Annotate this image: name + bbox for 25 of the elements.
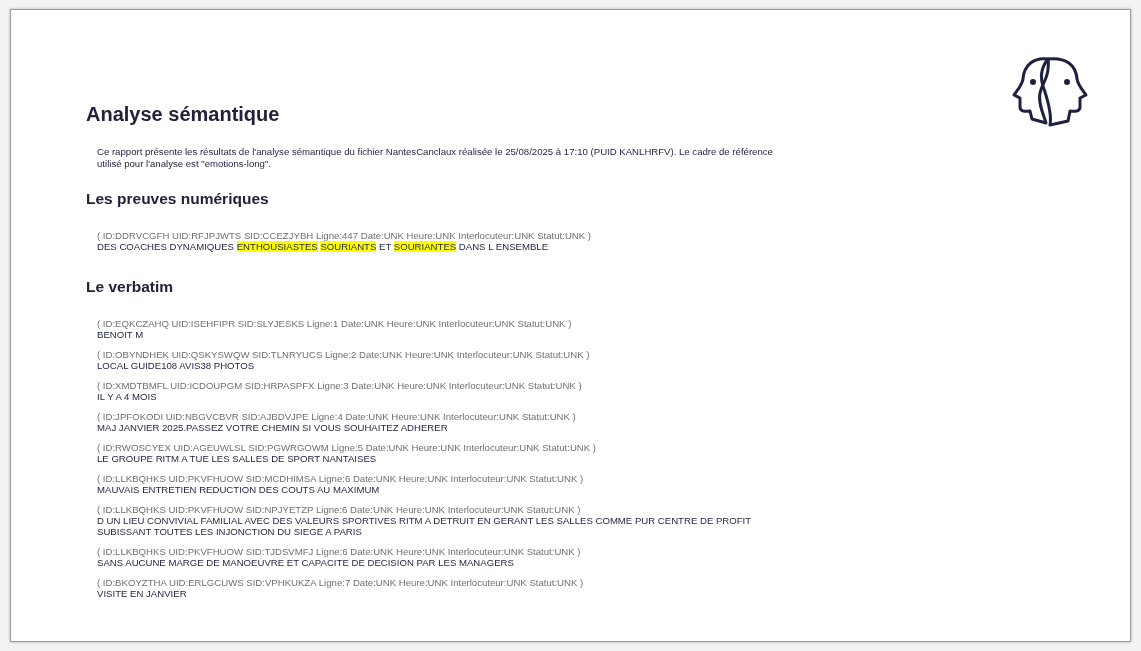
metadata-line: ( ID:EQKCZAHQ UID:ISEHFIPR SID:SLYJESKS Ligne:1 Date:UNK Heure:UNK Interlocuteur:UNK Statut:UNK ) bbox=[97, 318, 572, 329]
verbatim-text: IL Y A 4 MOIS bbox=[97, 391, 158, 402]
metadata-line: ( ID:JPFOKODI UID:NBGVCBVR SID:AJBDVJPE Ligne:4 Date:UNK Heure:UNK Interlocuteur:UNK Statut:UNK ) bbox=[97, 411, 576, 422]
verbatim-text: D UN LIEU CONVIVIAL FAMILIAL AVEC DES VALEURS SPORTIVES RITM A DETRUIT EN GERANT LES SALLES COMME PUR CENTRE DE PROFIT SUBISSANT TOUTES LES INJONCTION DU SIEGE A PARIS bbox=[97, 515, 752, 537]
evidence-text: DES COACHES DYNAMIQUES ENTHOUSIASTES SOURIANTS ET SOURIANTES DANS L ENSEMBLE bbox=[97, 241, 550, 252]
verbatim-text: SANS AUCUNE MARGE DE MANOEUVRE ET CAPACITE DE DECISION PAR LES MANAGERS bbox=[97, 557, 515, 568]
verbatim-text: BENOIT M bbox=[97, 329, 145, 340]
metadata-line: ( ID:XMDTBMFL UID:ICDOUPGM SID:HRPASPFX Ligne:3 Date:UNK Heure:UNK Interlocuteur:UNK Statut:UNK ) bbox=[97, 380, 582, 391]
metadata-line: ( ID:BKOYZTHA UID:ERLGCUWS SID:VPHKUKZA Ligne:7 Date:UNK Heure:UNK Interlocuteur:UNK Statut:UNK ) bbox=[97, 577, 584, 588]
metadata-line: ( ID:LLKBQHKS UID:PKVFHUOW SID:TJDSVMFJ Ligne:6 Date:UNK Heure:UNK Interlocuteur:UNK Statut:UNK ) bbox=[97, 546, 581, 557]
verbatim-text: VISITE EN JANVIER bbox=[97, 588, 188, 599]
section-heading: Le verbatim bbox=[86, 278, 174, 296]
metadata-line: ( ID:LLKBQHKS UID:PKVFHUOW SID:NPJYETZP Ligne:6 Date:UNK Heure:UNK Interlocuteur:UNK Statut:UNK ) bbox=[97, 504, 581, 515]
verbatim-text: MAJ JANVIER 2025.PASSEZ VOTRE CHEMIN SI VOUS SOUHAITEZ ADHERER bbox=[97, 422, 449, 433]
intro-paragraph: Ce rapport présente les résultats de l'analyse sémantique du fichier NantesCanclaux réalisée le 25/08/2025 à 17:10 (PUID KANLHRFV). Le cadre de référence utilisé pour l'analyse est "emotions-long". bbox=[97, 146, 774, 170]
two-heads-icon bbox=[1010, 55, 1090, 129]
metadata-line: ( ID:RWOSCYEX UID:AGEUWLSL SID:PGWRGOWM Ligne:5 Date:UNK Heure:UNK Interlocuteur:UNK Statut:UNK ) bbox=[97, 442, 596, 453]
section-heading: Les preuves numériques bbox=[86, 190, 270, 208]
metadata-line: ( ID:OBYNDHEK UID:QSKYSWQW SID:TLNRYUCS Ligne:2 Date:UNK Heure:UNK Interlocuteur:UNK Statut:UNK ) bbox=[97, 349, 590, 360]
metadata-line: ( ID:DDRVCGFH UID:RFJPJWTS SID:CCEZJYBH Ligne:447 Date:UNK Heure:UNK Interlocuteur:UNK Statut:UNK ) bbox=[97, 230, 592, 241]
verbatim-text: LE GROUPE RITM A TUE LES SALLES DE SPORT NANTAISES bbox=[97, 453, 378, 464]
verbatim-text: MAUVAIS ENTRETIEN REDUCTION DES COUTS AU MAXIMUM bbox=[97, 484, 381, 495]
metadata-line: ( ID:LLKBQHKS UID:PKVFHUOW SID:MCDHIMSA Ligne:6 Date:UNK Heure:UNK Interlocuteur:UNK Statut:UNK ) bbox=[97, 473, 584, 484]
report-title: Analyse sémantique bbox=[86, 103, 281, 126]
verbatim-text: LOCAL GUIDE108 AVIS38 PHOTOS bbox=[97, 360, 256, 371]
